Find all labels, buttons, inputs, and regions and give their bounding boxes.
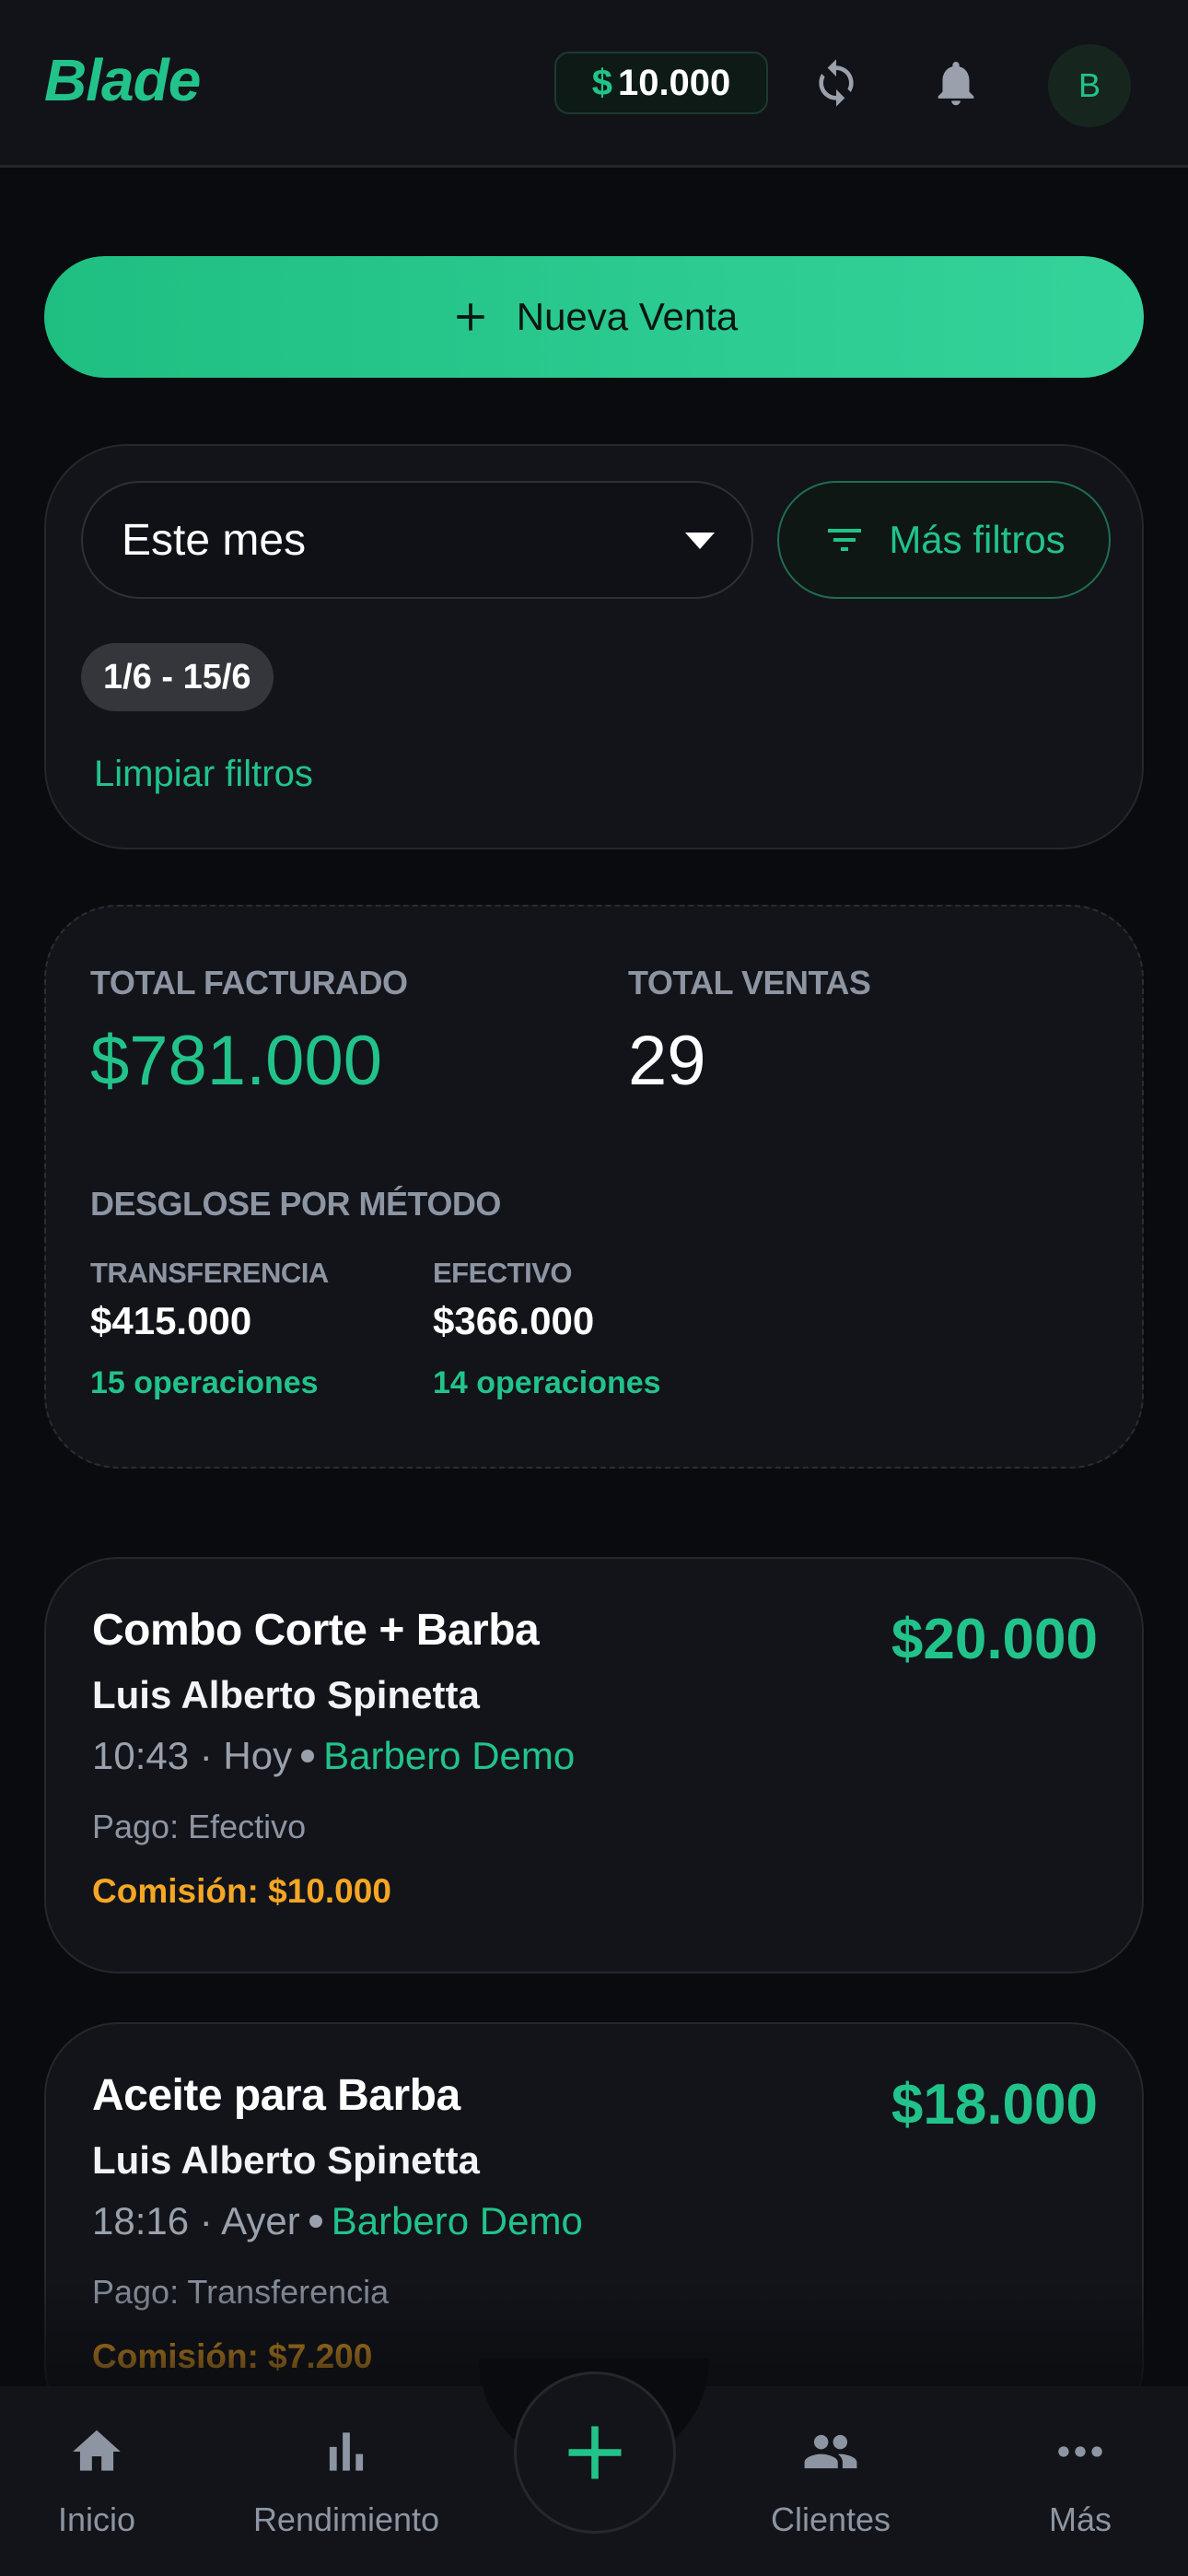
sale-meta: 10:43 · Hoy Barbero Demo xyxy=(92,1734,575,1778)
more-icon xyxy=(1058,2446,1102,2457)
nav-label: Inicio xyxy=(57,2500,136,2538)
sync-icon[interactable] xyxy=(801,48,871,118)
more-filters-label: Más filtros xyxy=(889,518,1066,561)
nav-item-rendimiento[interactable]: Rendimiento xyxy=(245,2423,448,2539)
filters-card: Este mes Más filtros 1/6 - 15/6 Limpiar … xyxy=(44,444,1144,849)
sale-barber: Barbero Demo xyxy=(331,2199,583,2242)
sale-amount: $18.000 xyxy=(891,2073,1098,2137)
period-selected-value: Este mes xyxy=(122,515,307,565)
app-logo: Blade xyxy=(44,47,201,113)
sale-payment: Pago: Efectivo xyxy=(92,1808,307,1845)
sale-amount: $20.000 xyxy=(891,1608,1098,1671)
sale-commission: Comisión: $10.000 xyxy=(92,1872,391,1910)
app-header: Blade $ 10.000 B xyxy=(0,0,1188,168)
method-operations: 14 operaciones xyxy=(433,1365,661,1400)
sale-commission: Comisión: $7.200 xyxy=(92,2337,373,2375)
sale-meta: 18:16 · Ayer Barbero Demo xyxy=(92,2199,583,2243)
sale-barber: Barbero Demo xyxy=(323,1734,576,1777)
plus-icon xyxy=(457,303,484,331)
sales-screen: Blade $ 10.000 B Nueva Venta Este mes Má… xyxy=(0,0,1188,2576)
total-billed-label: TOTAL FACTURADO xyxy=(90,964,408,1001)
nav-label: Clientes xyxy=(770,2500,891,2538)
total-sales-label: TOTAL VENTAS xyxy=(628,964,871,1001)
nav-item-clientes[interactable]: Clientes xyxy=(764,2423,897,2539)
total-billed-value: $781.000 xyxy=(90,1022,382,1100)
filter-icon xyxy=(828,529,862,551)
clear-filters-link[interactable]: Limpiar filtros xyxy=(94,754,313,795)
period-select[interactable]: Este mes xyxy=(81,481,753,599)
method-name: TRANSFERENCIA xyxy=(90,1257,329,1289)
method-operations: 15 operaciones xyxy=(90,1365,319,1400)
sale-time: 18:16 · Ayer xyxy=(92,2199,300,2242)
total-sales-value: 29 xyxy=(628,1022,706,1100)
method-amount: $415.000 xyxy=(90,1299,252,1342)
method-name: EFECTIVO xyxy=(433,1257,573,1289)
sale-card[interactable]: Combo Corte + Barba $20.000 Luis Alberto… xyxy=(44,1557,1144,1973)
balance-value: 10.000 xyxy=(617,62,731,103)
date-range-chip[interactable]: 1/6 - 15/6 xyxy=(81,643,274,711)
bar-chart-icon xyxy=(329,2432,364,2471)
people-icon xyxy=(804,2434,857,2469)
bell-icon[interactable] xyxy=(921,48,991,118)
nav-item-inicio[interactable]: Inicio xyxy=(46,2423,147,2539)
sale-client: Luis Alberto Spinetta xyxy=(92,1673,480,1716)
more-filters-button[interactable]: Más filtros xyxy=(777,481,1111,599)
plus-icon xyxy=(568,2426,622,2479)
balance-badge[interactable]: $ 10.000 xyxy=(554,52,768,114)
balance-currency: $ xyxy=(591,62,612,103)
nav-label: Rendimiento xyxy=(252,2500,440,2538)
add-sale-fab[interactable] xyxy=(514,2371,676,2534)
breakdown-label: DESGLOSE POR MÉTODO xyxy=(90,1185,501,1223)
separator-dot xyxy=(309,2215,322,2228)
sale-service: Aceite para Barba xyxy=(92,2071,460,2120)
new-sale-button[interactable]: Nueva Venta xyxy=(44,256,1144,378)
avatar[interactable]: B xyxy=(1048,44,1131,127)
sale-service: Combo Corte + Barba xyxy=(92,1606,540,1655)
separator-dot xyxy=(301,1750,315,1762)
nav-label: Más xyxy=(1048,2500,1112,2538)
new-sale-label: Nueva Venta xyxy=(516,295,739,338)
home-icon xyxy=(73,2430,121,2471)
sale-time: 10:43 · Hoy xyxy=(92,1734,293,1777)
method-amount: $366.000 xyxy=(433,1299,595,1342)
sale-client: Luis Alberto Spinetta xyxy=(92,2138,480,2182)
chevron-down-icon xyxy=(685,533,715,549)
sale-payment: Pago: Transferencia xyxy=(92,2273,390,2311)
nav-item-mas[interactable]: Más xyxy=(1037,2423,1124,2539)
summary-card: TOTAL FACTURADO $781.000 TOTAL VENTAS 29… xyxy=(44,905,1144,1469)
